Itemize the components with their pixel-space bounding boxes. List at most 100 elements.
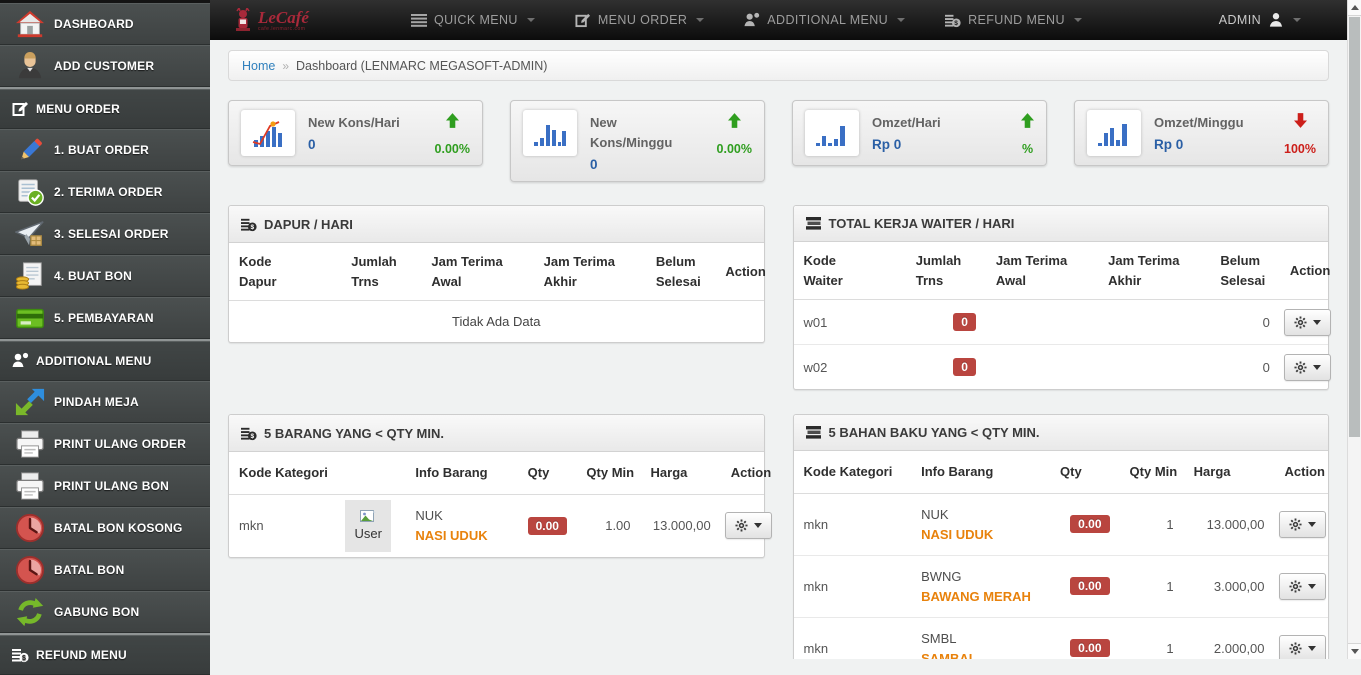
panel-header: $ 5 BARANG YANG < QTY MIN. <box>229 415 764 452</box>
mascot-icon <box>234 8 252 32</box>
action-dropdown-button[interactable] <box>1279 511 1326 538</box>
stat-label: Omzet/Hari <box>872 113 941 133</box>
books-stack-icon <box>806 216 822 231</box>
scroll-up-button[interactable] <box>1348 0 1361 16</box>
sidebar-item-pindah-meja[interactable]: PINDAH MEJA <box>0 381 210 423</box>
caret-down-icon <box>1308 646 1316 651</box>
column-header: Kode Waiter <box>794 242 906 300</box>
brand-logo[interactable]: LeCafé cafe.lenmarc.com <box>234 8 309 32</box>
sidebar-item-dashboard[interactable]: DASHBOARD <box>0 3 210 45</box>
nav-additional-menu[interactable]: ADDITIONAL MENU <box>744 12 905 28</box>
gear-icon <box>1289 518 1302 531</box>
qty-badge: 0.00 <box>1070 515 1109 533</box>
action-dropdown-button[interactable] <box>725 512 772 539</box>
brand-subtitle: cafe.lenmarc.com <box>258 27 309 32</box>
jumlah-trns-badge: 0 <box>953 313 976 331</box>
sidebar-item-selesai-order[interactable]: 3. SELESAI ORDER <box>0 213 210 255</box>
jam-terima-akhir <box>1098 300 1210 345</box>
nav-refund-menu[interactable]: $ REFUND MENU <box>945 12 1082 28</box>
chart-bars-icon <box>523 110 577 156</box>
sidebar-item-label: REFUND MENU <box>36 648 127 662</box>
sidebar-item-buat-order[interactable]: 1. BUAT ORDER <box>0 129 210 171</box>
breadcrumb-home-link[interactable]: Home <box>242 59 275 73</box>
column-header: Jam Terima Akhir <box>1098 242 1210 300</box>
column-header: Action <box>1275 451 1328 493</box>
column-header: Harga <box>1184 451 1275 493</box>
sidebar-item-gabung-bon[interactable]: GABUNG BON <box>0 591 210 633</box>
empty-row: Tidak Ada Data <box>229 301 764 343</box>
barang-table: Kode Kategori Info Barang Qty Qty Min Ha… <box>229 452 764 557</box>
vertical-scrollbar[interactable] <box>1347 0 1361 659</box>
table-row: mkn SMBL SAMBAL 0.00 1 2.000,00 <box>794 617 1329 659</box>
sidebar-item-print-ulang-bon[interactable]: PRINT ULANG BON <box>0 465 210 507</box>
bahan-table: Kode Kategori Info Barang Qty Qty Min Ha… <box>794 451 1329 659</box>
sidebar-section-refund-menu[interactable]: $ REFUND MENU <box>0 633 210 675</box>
stat-value: 0 <box>308 137 400 152</box>
sidebar-section-additional-menu[interactable]: ADDITIONAL MENU <box>0 339 210 381</box>
stat-label: Omzet/Minggu <box>1154 113 1244 133</box>
sidebar-section-menu-order[interactable]: MENU ORDER <box>0 87 210 129</box>
waiter-table: Kode Waiter Jumlah Trns Jam Terima Awal … <box>794 242 1329 389</box>
scroll-down-button[interactable] <box>1348 643 1361 659</box>
nav-quick-menu[interactable]: QUICK MENU <box>411 13 535 27</box>
hamburger-icon <box>411 14 427 27</box>
action-dropdown-button[interactable] <box>1279 573 1326 600</box>
coins-icon: $ <box>241 425 257 441</box>
user-icon <box>1268 12 1284 28</box>
dapur-table: Kode Dapur Jumlah Trns Jam Terima Awal J… <box>229 243 764 342</box>
column-header: Kode Kategori <box>229 452 405 494</box>
sidebar-item-print-ulang-order[interactable]: PRINT ULANG ORDER <box>0 423 210 465</box>
column-header: Jam Terima Awal <box>421 243 533 301</box>
sidebar-item-add-customer[interactable]: ADD CUSTOMER <box>0 45 210 87</box>
sidebar-item-batal-bon[interactable]: BATAL BON <box>0 549 210 591</box>
scrollbar-thumb[interactable] <box>1349 17 1360 437</box>
sidebar-item-buat-bon[interactable]: 4. BUAT BON <box>0 255 210 297</box>
column-header: Qty <box>1050 451 1119 493</box>
add-customer-icon <box>15 51 45 81</box>
gear-icon <box>1294 361 1307 374</box>
nav-label: MENU ORDER <box>598 13 687 27</box>
kode-kategori: mkn <box>794 617 912 659</box>
item-name: SAMBAL <box>921 651 1040 659</box>
sidebar-item-terima-order[interactable]: 2. TERIMA ORDER <box>0 171 210 213</box>
column-header: Action <box>721 452 764 494</box>
caret-down-icon <box>1074 18 1082 22</box>
kode-kategori: mkn <box>794 555 912 617</box>
clock-icon <box>15 513 45 543</box>
panel-dapur-hari: $ DAPUR / HARI Kode Dapur Jumlah Trns Ja… <box>228 205 765 343</box>
table-row: mkn BWNG BAWANG MERAH 0.00 1 3.000,00 <box>794 555 1329 617</box>
stat-label: New Kons/Hari <box>308 113 400 133</box>
action-dropdown-button[interactable] <box>1284 309 1331 336</box>
sidebar-item-pembayaran[interactable]: 5. PEMBAYARAN <box>0 297 210 339</box>
stat-change: 100% <box>1284 142 1316 156</box>
item-name: NASI UDUK <box>415 528 507 543</box>
books-stack-icon <box>806 425 822 440</box>
caret-down-icon <box>1313 320 1321 325</box>
sidebar-item-label: 1. BUAT ORDER <box>54 143 149 157</box>
plane-box-icon <box>15 219 45 249</box>
caret-down-icon <box>527 18 535 22</box>
stat-change: 0.00% <box>717 142 752 156</box>
stat-value: Rp 0 <box>872 137 941 152</box>
breadcrumb: Home » Dashboard (LENMARC MEGASOFT-ADMIN… <box>228 50 1329 81</box>
harga: 13.000,00 <box>641 494 721 557</box>
qty-badge: 0.00 <box>1070 639 1109 657</box>
arrow-up-icon <box>446 113 459 128</box>
panel-barang-qty-min: $ 5 BARANG YANG < QTY MIN. Kode Kategori… <box>228 414 765 558</box>
printer-icon <box>15 429 45 459</box>
product-image-placeholder: User <box>345 500 391 552</box>
note-check-icon <box>15 177 45 207</box>
table-row: w02 0 0 <box>794 345 1329 390</box>
empty-message: Tidak Ada Data <box>229 301 764 343</box>
nav-label: ADDITIONAL MENU <box>767 13 888 27</box>
swap-arrows-icon <box>15 387 45 417</box>
jumlah-trns-badge: 0 <box>953 358 976 376</box>
nav-admin-menu[interactable]: ADMIN <box>1219 12 1301 28</box>
sidebar-item-batal-bon-kosong[interactable]: BATAL BON KOSONG <box>0 507 210 549</box>
caret-down-icon <box>1308 584 1316 589</box>
action-dropdown-button[interactable] <box>1279 635 1326 659</box>
nav-menu-order[interactable]: MENU ORDER <box>575 12 704 28</box>
action-dropdown-button[interactable] <box>1284 354 1331 381</box>
item-name: NASI UDUK <box>921 527 1040 542</box>
refresh-icon <box>15 597 45 627</box>
